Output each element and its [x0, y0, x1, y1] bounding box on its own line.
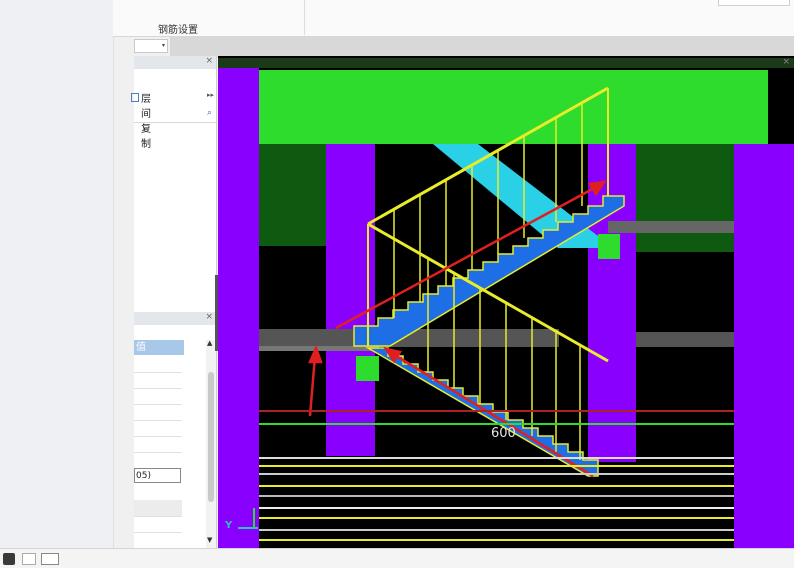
property-row[interactable] — [134, 404, 182, 421]
property-row[interactable] — [134, 388, 182, 405]
copy-icon — [131, 93, 139, 102]
keyboard-icon[interactable] — [41, 553, 59, 565]
3d-viewport[interactable]: × 600 Y — [218, 56, 794, 548]
floor-beam — [608, 221, 734, 233]
property-row[interactable] — [134, 420, 182, 437]
scroll-thumb[interactable] — [208, 372, 214, 502]
property-value-field[interactable]: 05) — [134, 468, 181, 483]
navigation-panel: × 层间复制 ▸▸ ⌕ — [131, 56, 217, 312]
close-icon[interactable]: × — [205, 312, 213, 322]
scroll-up-icon[interactable]: ▲ — [207, 339, 212, 347]
wall-panel — [259, 144, 326, 246]
dimension-label: 600 — [491, 426, 516, 441]
expand-icon[interactable]: ▸▸ — [207, 91, 214, 99]
close-icon[interactable]: × — [205, 56, 213, 66]
support-block — [356, 356, 379, 381]
vertical-scrollbar[interactable]: ▲ ▼ — [206, 339, 216, 548]
status-bar — [0, 548, 794, 568]
close-icon[interactable]: × — [782, 57, 790, 67]
floor-dropdown[interactable]: ▾ — [134, 39, 168, 53]
ribbon-top-box[interactable] — [718, 0, 790, 6]
wall-panel — [636, 144, 734, 252]
property-row[interactable] — [134, 372, 182, 389]
rebar-settings-button[interactable]: 钢筋设置 — [158, 21, 198, 36]
search-icon[interactable]: ⌕ — [207, 108, 212, 118]
floor-beam — [636, 332, 734, 347]
moon-icon[interactable] — [3, 553, 15, 565]
view-toolbar-strip — [170, 37, 794, 56]
property-row[interactable] — [134, 516, 182, 533]
property-row[interactable] — [134, 356, 182, 373]
scroll-down-icon[interactable]: ▼ — [207, 536, 212, 544]
ribbon-toolbar — [113, 0, 794, 37]
panel-header: × — [134, 312, 216, 325]
punctuation-icon[interactable] — [22, 553, 36, 565]
properties-panel: × 值 05) ▲ ▼ — [134, 312, 217, 548]
left-blank-area — [0, 0, 114, 548]
ribbon-separator — [304, 0, 305, 35]
axis-y-label: Y — [225, 520, 233, 531]
search-input[interactable]: ⌕ — [134, 108, 216, 123]
top-edge-band — [218, 58, 794, 68]
support-block — [598, 234, 620, 259]
panel-header: × — [134, 56, 216, 69]
stair-model-drawing — [218, 58, 794, 548]
property-group-row[interactable] — [134, 500, 182, 517]
chevron-down-icon: ▾ — [161, 42, 165, 49]
landing-slab — [245, 70, 768, 144]
column-right — [734, 144, 794, 548]
property-row[interactable] — [134, 484, 182, 501]
column-left — [218, 68, 259, 548]
property-row[interactable] — [134, 452, 182, 469]
property-row[interactable] — [134, 436, 182, 453]
value-column-header: 值 — [134, 340, 184, 355]
